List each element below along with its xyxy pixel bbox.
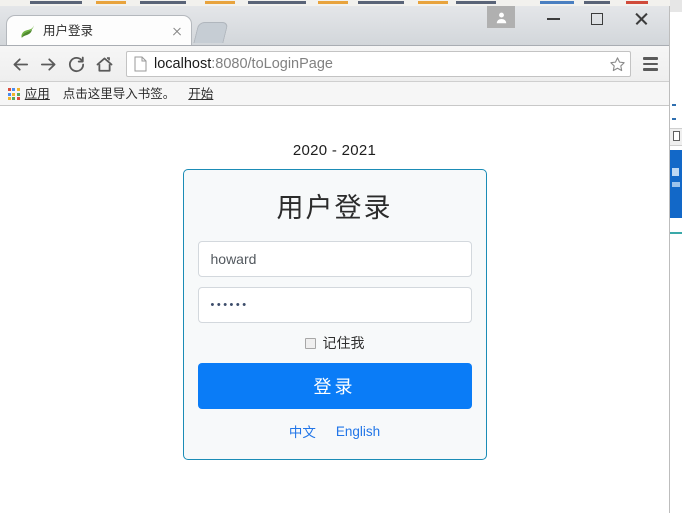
maximize-button[interactable] xyxy=(575,6,619,32)
apps-grid-icon xyxy=(8,88,20,100)
user-avatar-button[interactable] xyxy=(487,6,515,28)
tab-strip: 用户登录 xyxy=(0,6,669,46)
browser-window: 用户登录 localhost:8080/toLoginPage 应用 点击这里导… xyxy=(0,6,670,513)
login-card: 用户登录 howard •••••• 记住我 登录 中文 English xyxy=(182,169,487,460)
page-viewport: 2020 - 2021 用户登录 howard •••••• 记住我 登录 中文… xyxy=(0,106,669,513)
back-arrow-icon xyxy=(13,57,28,71)
remember-me-row[interactable]: 记住我 xyxy=(198,333,472,353)
forward-button[interactable] xyxy=(34,50,62,78)
new-tab-button[interactable] xyxy=(193,22,229,43)
window-controls xyxy=(487,6,663,36)
user-avatar-icon xyxy=(496,12,506,23)
minimize-icon xyxy=(546,18,560,20)
url-path: :8080/toLoginPage xyxy=(211,56,333,72)
maximize-icon xyxy=(591,13,603,25)
star-outline-icon[interactable] xyxy=(609,56,626,73)
close-button[interactable] xyxy=(619,6,663,32)
language-link-chinese[interactable]: 中文 xyxy=(289,421,316,441)
login-submit-button[interactable]: 登录 xyxy=(197,363,472,409)
username-input[interactable]: howard xyxy=(197,241,472,277)
year-range-heading: 2020 - 2021 xyxy=(292,142,377,159)
password-input-masked: •••••• xyxy=(210,299,249,311)
bookmark-import-hint[interactable]: 点击这里导入书签。 xyxy=(63,87,176,101)
bookmark-import-hint-label: 点击这里导入书签。 xyxy=(62,87,176,101)
forward-arrow-icon xyxy=(40,57,55,71)
background-window-right-sliver xyxy=(670,0,682,513)
bookmarks-bar: 应用 点击这里导入书签。 开始 xyxy=(0,82,669,106)
home-button[interactable] xyxy=(90,50,118,78)
url-host: localhost xyxy=(154,56,212,72)
bookmark-start-label: 开始 xyxy=(188,87,214,101)
bookmark-apps-label: 应用 xyxy=(24,87,50,101)
browser-tab-user-login[interactable]: 用户登录 xyxy=(6,15,192,46)
close-icon xyxy=(634,12,649,27)
reload-button[interactable] xyxy=(62,50,90,78)
remember-me-label: 记住我 xyxy=(322,335,365,351)
hamburger-menu-icon xyxy=(642,57,658,60)
username-input-value: howard xyxy=(210,251,257,267)
url-text: localhost:8080/toLoginPage xyxy=(154,54,605,74)
language-links: 中文 English xyxy=(198,421,472,441)
reload-icon xyxy=(68,56,84,72)
tab-close-icon[interactable] xyxy=(169,23,185,39)
back-button[interactable] xyxy=(6,50,34,78)
bookmark-start[interactable]: 开始 xyxy=(188,87,213,101)
remember-me-checkbox[interactable] xyxy=(304,337,316,349)
page-document-icon xyxy=(134,56,147,72)
chrome-menu-button[interactable] xyxy=(637,50,663,78)
spring-leaf-favicon xyxy=(21,24,34,38)
home-icon xyxy=(96,56,112,72)
password-input[interactable]: •••••• xyxy=(197,287,472,323)
minimize-button[interactable] xyxy=(531,6,575,32)
browser-toolbar: localhost:8080/toLoginPage xyxy=(0,46,669,82)
bookmark-apps[interactable]: 应用 xyxy=(8,87,50,101)
language-link-english[interactable]: English xyxy=(336,424,380,439)
login-card-title: 用户登录 xyxy=(276,193,393,223)
tab-title: 用户登录 xyxy=(43,24,94,38)
address-bar[interactable]: localhost:8080/toLoginPage xyxy=(126,51,631,77)
